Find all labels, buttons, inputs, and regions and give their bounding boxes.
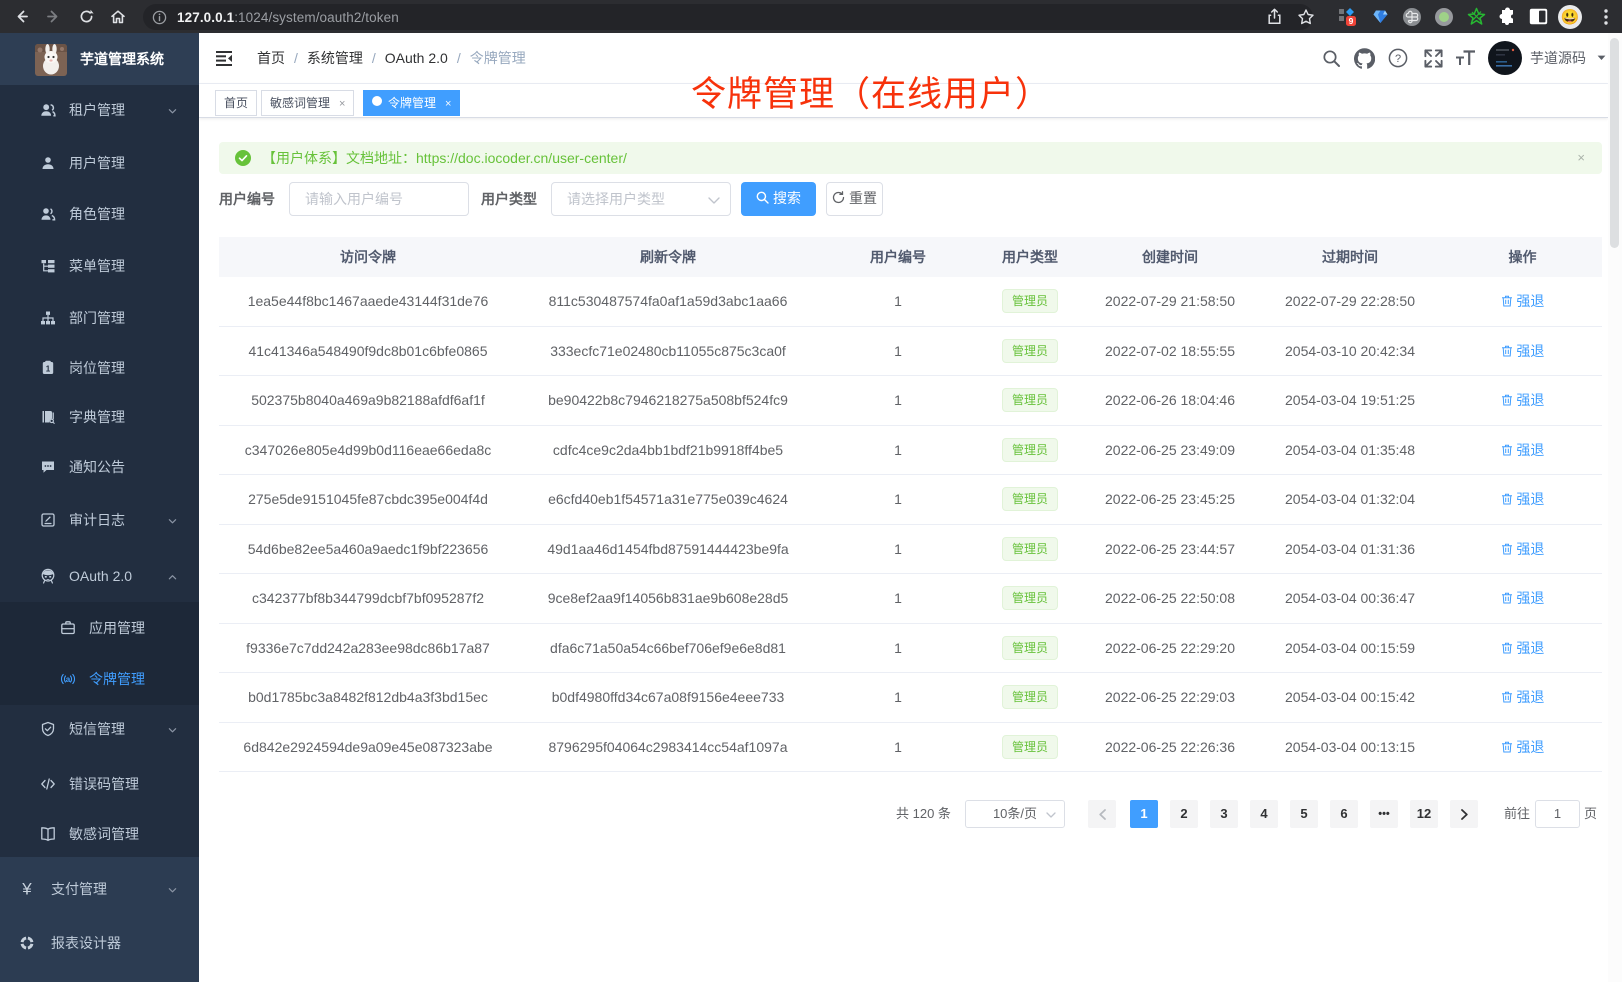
svg-text:?: ?: [1395, 53, 1401, 65]
svg-text:¥: ¥: [21, 880, 32, 898]
svg-text:a: a: [66, 675, 71, 684]
svg-text:1: 1: [46, 365, 51, 374]
svg-text:9: 9: [1349, 16, 1354, 26]
